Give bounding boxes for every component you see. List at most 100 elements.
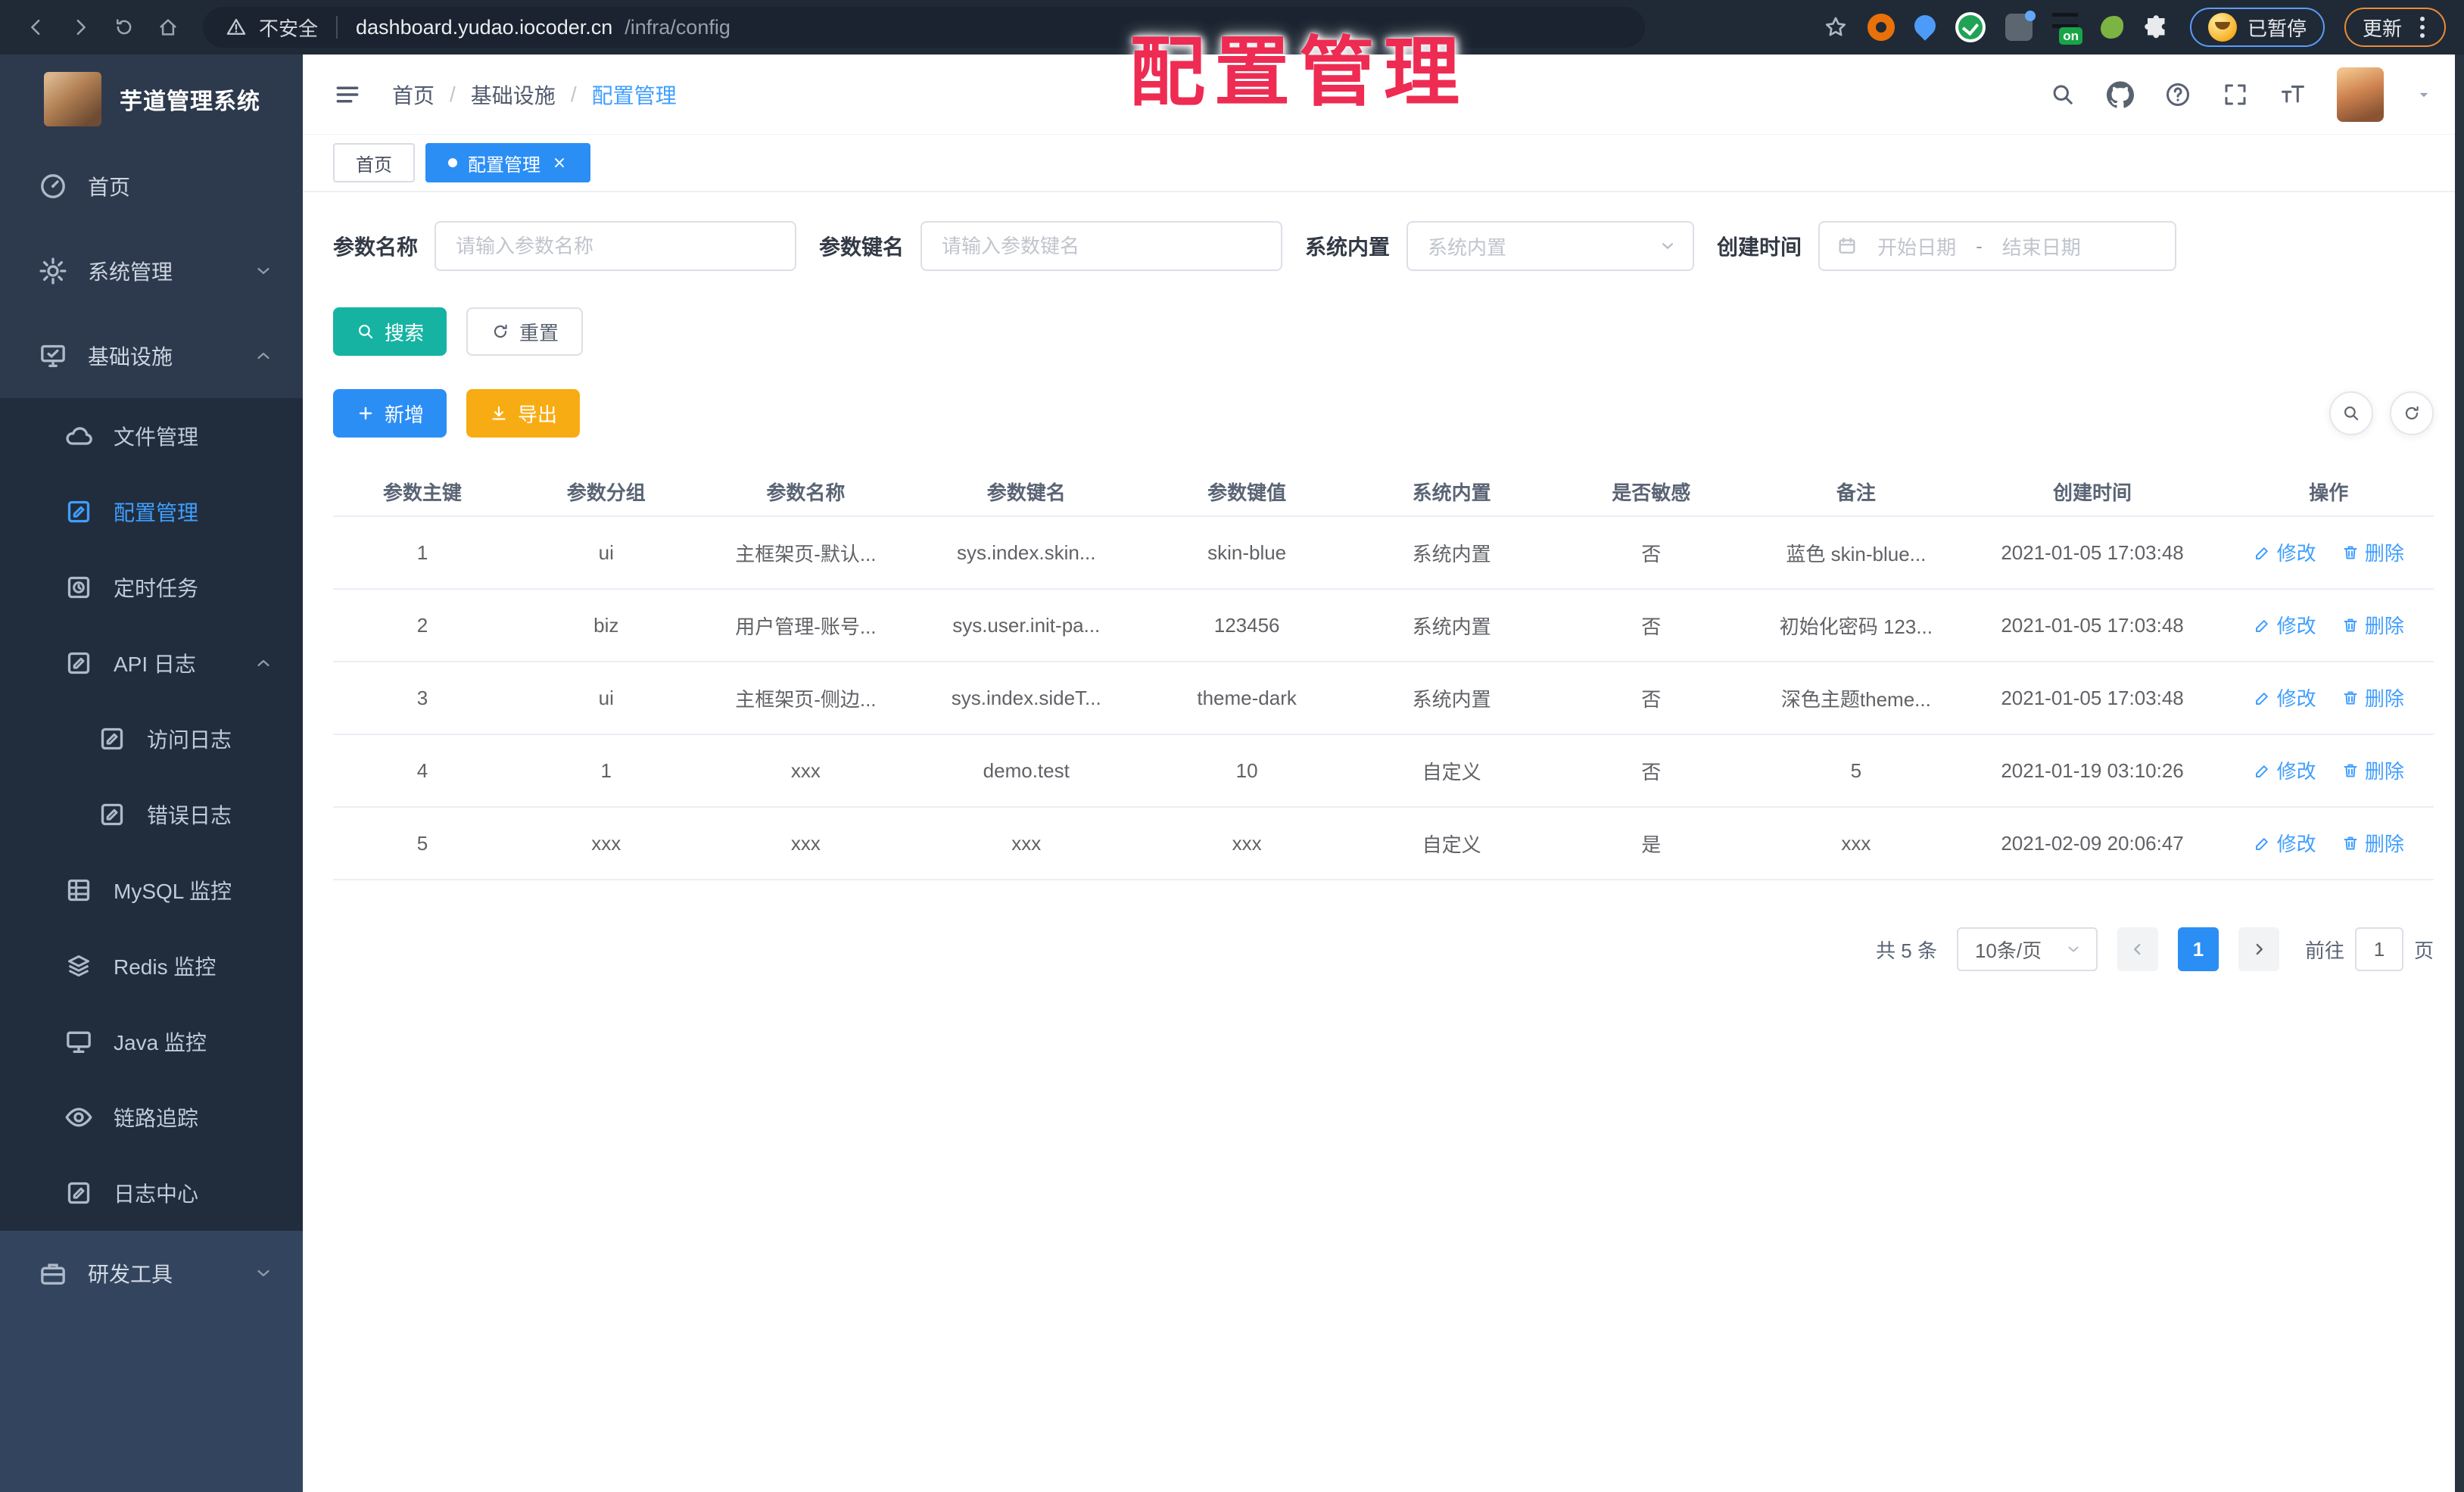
edit-icon (2254, 762, 2272, 780)
table-row: 2 biz 用户管理-账号... sys.user.init-pa... 12345… (333, 589, 2434, 662)
filter-param-key: 参数键名 (819, 221, 1283, 271)
extension-icon-blue-pin[interactable] (1910, 11, 1940, 41)
sidebar-item-error-logs[interactable]: 错误日志 (0, 777, 303, 852)
delete-link[interactable]: 删除 (2341, 611, 2404, 639)
update-label: 更新 (2362, 17, 2402, 40)
sidebar-item-access-logs[interactable]: 访问日志 (0, 701, 303, 777)
sidebar-item-system-management[interactable]: 系统管理 (0, 229, 303, 313)
github-icon[interactable] (2107, 81, 2134, 108)
search-button[interactable]: 搜索 (333, 307, 447, 356)
next-page-button[interactable] (2238, 927, 2279, 971)
sidebar-item-scheduled-tasks[interactable]: 定时任务 (0, 550, 303, 625)
sidebar-item-dev-tools[interactable]: 研发工具 (0, 1231, 303, 1316)
header-actions (2049, 67, 2434, 122)
browser-home-button[interactable] (150, 9, 186, 45)
breadcrumb-current: 配置管理 (591, 83, 677, 107)
sidebar-logo[interactable]: 芋道管理系统 (0, 55, 303, 144)
row-actions: 修改 删除 (2223, 662, 2434, 735)
browser-back-button[interactable] (18, 9, 55, 45)
page-number-1[interactable]: 1 (2177, 927, 2219, 971)
extension-icon-gray[interactable] (2005, 11, 2036, 41)
close-icon[interactable] (551, 154, 568, 171)
chevron-down-icon (253, 260, 274, 282)
search-icon (2341, 403, 2361, 423)
browser-menu-icon[interactable] (2420, 25, 2425, 30)
sidebar-item-mysql-monitor[interactable]: MySQL 监控 (0, 852, 303, 928)
browser-forward-button[interactable] (62, 9, 98, 45)
layers-icon (64, 951, 94, 981)
sidebar-item-api-logs[interactable]: API 日志 (0, 625, 303, 701)
browser-reload-button[interactable] (106, 9, 142, 45)
refresh-table-button[interactable] (2390, 391, 2434, 435)
col-param-id: 参数主键 (333, 468, 512, 517)
help-icon[interactable] (2164, 81, 2191, 108)
col-param-name: 参数名称 (700, 468, 911, 517)
tab-home[interactable]: 首页 (333, 143, 415, 182)
paused-label: 已暂停 (2247, 17, 2307, 40)
col-remark: 备注 (1751, 468, 1961, 517)
cloud-icon (64, 421, 94, 451)
extension-icon-on-badge[interactable]: on (2051, 13, 2082, 45)
search-icon[interactable] (2049, 81, 2076, 108)
extension-icon-green-check[interactable] (1955, 12, 1986, 42)
sidebar-item-java-monitor[interactable]: Java 监控 (0, 1004, 303, 1079)
sidebar-item-file-management[interactable]: 文件管理 (0, 398, 303, 474)
bookmark-star-icon[interactable] (1824, 15, 1848, 39)
sidebar-item-config-management[interactable]: 配置管理 (0, 474, 303, 550)
edit-link[interactable]: 修改 (2254, 684, 2316, 712)
col-sensitive: 是否敏感 (1551, 468, 1752, 517)
refresh-icon (2402, 403, 2422, 423)
app-title: 芋道管理系统 (120, 89, 260, 114)
page-content: 参数名称 参数键名 系统内置 系统内置 创建时间 (303, 192, 2464, 1492)
edit-icon (2254, 834, 2272, 852)
sidebar-item-log-center[interactable]: 日志中心 (0, 1155, 303, 1231)
extension-icon-orange[interactable] (1867, 14, 1895, 41)
config-table: 参数主键 参数分组 参数名称 参数键名 参数键值 系统内置 是否敏感 备注 创建… (333, 468, 2434, 880)
table-row: 41 xxx demo.test 10 自定义 否5 2021-01-19 03:1… (333, 734, 2434, 808)
security-label: 不安全 (259, 17, 319, 40)
sidebar-collapse-button[interactable] (333, 80, 362, 109)
delete-link[interactable]: 删除 (2341, 684, 2404, 712)
delete-link[interactable]: 删除 (2341, 538, 2404, 566)
font-size-icon[interactable] (2279, 81, 2307, 108)
date-range-picker[interactable]: 开始日期 - 结束日期 (1818, 221, 2177, 271)
extensions-puzzle-icon[interactable] (2143, 14, 2170, 41)
export-button[interactable]: 导出 (466, 389, 581, 438)
breadcrumb-infrastructure[interactable]: 基础设施 (471, 79, 556, 110)
chevron-up-icon (253, 653, 274, 674)
caret-down-icon[interactable] (2414, 85, 2434, 104)
toggle-search-button[interactable] (2329, 391, 2373, 435)
system-builtin-select[interactable]: 系统内置 (1406, 221, 1695, 271)
breadcrumb-home[interactable]: 首页 (392, 79, 435, 110)
user-avatar[interactable] (2337, 67, 2384, 122)
toolbar-row: 新增 导出 (333, 389, 2434, 438)
row-actions: 修改 删除 (2223, 807, 2434, 880)
edit-link[interactable]: 修改 (2254, 756, 2316, 784)
delete-link[interactable]: 删除 (2341, 756, 2404, 784)
tab-config-management[interactable]: 配置管理 (425, 143, 590, 182)
edit-link[interactable]: 修改 (2254, 611, 2316, 639)
edit-square-icon (64, 497, 94, 527)
extension-icon-green[interactable] (2100, 16, 2123, 39)
browser-update-button[interactable]: 更新 (2344, 8, 2446, 47)
edit-link[interactable]: 修改 (2254, 538, 2316, 566)
param-key-input[interactable] (920, 221, 1283, 271)
fullscreen-icon[interactable] (2222, 81, 2249, 108)
goto-page-input[interactable] (2354, 927, 2403, 971)
page-size-select[interactable]: 10条/页 (1956, 927, 2098, 971)
download-icon (489, 403, 509, 423)
col-actions: 操作 (2223, 468, 2434, 517)
param-name-input[interactable] (435, 221, 797, 271)
scrollbar[interactable] (2455, 55, 2464, 1492)
prev-page-button[interactable] (2117, 927, 2158, 971)
trash-icon (2341, 616, 2360, 634)
profile-paused-badge[interactable]: 已暂停 (2189, 8, 2325, 47)
edit-link[interactable]: 修改 (2254, 829, 2316, 857)
delete-link[interactable]: 删除 (2341, 829, 2404, 857)
sidebar-item-infrastructure[interactable]: 基础设施 (0, 313, 303, 398)
sidebar-item-redis-monitor[interactable]: Redis 监控 (0, 928, 303, 1004)
add-button[interactable]: 新增 (333, 389, 447, 438)
sidebar-item-home[interactable]: 首页 (0, 144, 303, 229)
sidebar-item-trace[interactable]: 链路追踪 (0, 1079, 303, 1155)
reset-button[interactable]: 重置 (466, 307, 584, 356)
